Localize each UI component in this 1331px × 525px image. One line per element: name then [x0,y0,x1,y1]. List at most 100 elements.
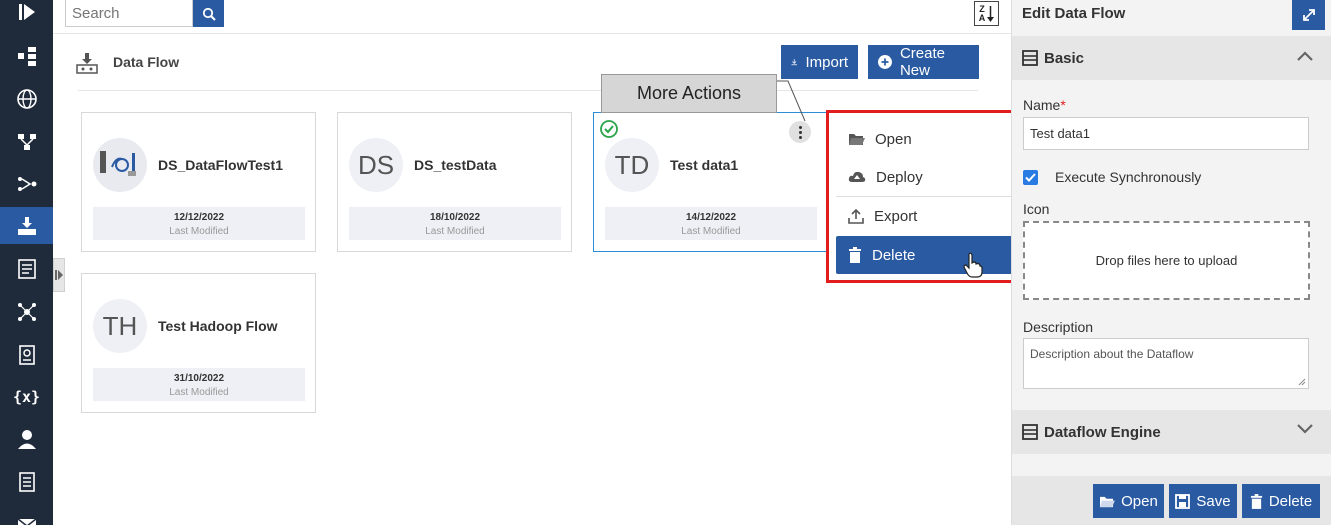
import-label: Import [805,53,848,71]
nav-users[interactable] [0,420,53,457]
search-button[interactable] [193,0,224,27]
document-icon [18,471,35,492]
panel-title: Edit Data Flow [1022,5,1126,22]
arrow-down-icon [987,5,995,22]
footer-delete-button[interactable]: Delete [1242,484,1320,518]
nav-mail[interactable] [0,505,53,525]
pipeline-icon [17,176,36,191]
section-basic-label: Basic [1044,49,1085,67]
nav-pipeline[interactable] [0,165,53,202]
more-actions-callout: More Actions [601,74,777,113]
chevron-right-icon [55,270,63,280]
kebab-dot [798,130,802,134]
data-flow-header-icon [76,52,98,79]
nav-document[interactable] [0,463,53,500]
data-flow-card[interactable]: DS_DataFlowTest1 12/12/2022 Last Modifie… [81,112,316,252]
import-button[interactable]: Import [781,45,858,79]
card-date-label: Last Modified [169,226,229,237]
card-date: 12/12/2022 [173,212,225,223]
workflow-icon [17,133,36,150]
app-logo[interactable] [0,0,53,30]
import-icon [791,59,798,66]
section-engine-label: Dataflow Engine [1044,423,1161,441]
kebab-dot [798,135,802,139]
logo-icon [18,3,35,20]
card-avatar: TD [605,138,659,192]
description-placeholder: Description about the Dataflow [1030,347,1194,361]
mail-icon [17,517,36,525]
chevron-down-icon [1297,424,1313,434]
chevron-up-icon [1297,51,1313,61]
section-engine-header[interactable]: Dataflow Engine [1012,410,1331,454]
card-title: DS_DataFlowTest1 [158,157,283,173]
section-basic-header[interactable]: Basic [1012,36,1331,80]
required-mark: * [1060,97,1066,113]
expand-icon [1302,9,1315,21]
footer-open-button[interactable]: Open [1093,484,1164,518]
sort-za-button[interactable]: ZA [974,1,999,26]
name-label: Name* [1023,97,1066,113]
data-flow-icon [17,216,36,235]
nav-hierarchy[interactable] [0,37,53,74]
user-icon [17,429,36,449]
save-icon [1175,493,1191,509]
data-flow-card[interactable]: DS DS_testData 18/10/2022 Last Modified [337,112,572,252]
description-textarea[interactable]: Description about the Dataflow [1023,338,1309,389]
variables-icon: {x} [12,387,41,406]
data-flow-card-selected[interactable]: TD Test data1 14/12/2022 Last Modified [593,112,828,252]
execute-sync-label: Execute Synchronously [1055,169,1202,185]
card-date-label: Last Modified [681,226,741,237]
nav-reports[interactable] [0,250,53,287]
sort-za-icon: ZA [978,3,986,23]
card-meta: 12/12/2022 Last Modified [93,207,305,240]
search-icon [202,7,216,21]
checkmark-icon [1025,173,1036,182]
expand-nav-toggle[interactable] [53,258,65,292]
hand-pointer-icon [963,252,983,278]
form-section-icon [1022,424,1038,440]
create-new-label: Create New [899,45,945,79]
create-new-button[interactable]: Create New [868,45,979,79]
footer-save-button[interactable]: Save [1169,484,1237,518]
card-date: 31/10/2022 [173,373,225,384]
card-date-label: Last Modified [169,387,229,398]
nav-workflow[interactable] [0,123,53,160]
page-title: Data Flow [113,54,180,70]
search-input[interactable] [65,0,193,27]
dropzone-text: Drop files here to upload [1095,253,1238,268]
flow-thumbnail-icon [100,151,136,176]
icon-label: Icon [1023,201,1050,217]
card-avatar-image [93,138,147,192]
card-meta: 14/12/2022 Last Modified [605,207,817,240]
icon-dropzone[interactable]: Drop files here to upload [1023,221,1310,300]
left-nav-rail: {x} [0,0,53,525]
header-divider [78,90,978,91]
check-circle-icon [600,120,618,138]
description-label: Description [1023,319,1094,335]
globe-icon [16,88,37,109]
hierarchy-icon [17,46,36,66]
nav-globe[interactable] [0,80,53,117]
nav-variables[interactable]: {x} [0,378,53,415]
nav-network[interactable] [0,293,53,330]
toolbar-divider [53,33,1011,34]
folder-open-icon [1100,496,1116,507]
card-avatar: DS [349,138,403,192]
expand-panel-button[interactable] [1292,0,1325,30]
panel-footer: Open Save Delete [1012,476,1331,525]
document-search-icon [18,344,35,365]
nav-document-search[interactable] [0,336,53,373]
execute-sync-checkbox[interactable] [1023,170,1038,185]
nav-data-flow[interactable] [0,207,53,244]
edit-data-flow-panel: Edit Data Flow Basic Name* Test data1 Ex… [1011,0,1331,525]
form-section-icon [1022,50,1038,66]
name-input[interactable]: Test data1 [1023,117,1309,150]
data-flow-card[interactable]: TH Test Hadoop Flow 31/10/2022 Last Modi… [81,273,316,413]
card-meta: 31/10/2022 Last Modified [93,368,305,401]
card-title: Test data1 [670,157,739,173]
network-icon [17,302,36,321]
card-date-label: Last Modified [425,226,485,237]
card-meta: 18/10/2022 Last Modified [349,207,561,240]
card-date: 14/12/2022 [685,212,737,223]
card-title: Test Hadoop Flow [158,318,278,334]
